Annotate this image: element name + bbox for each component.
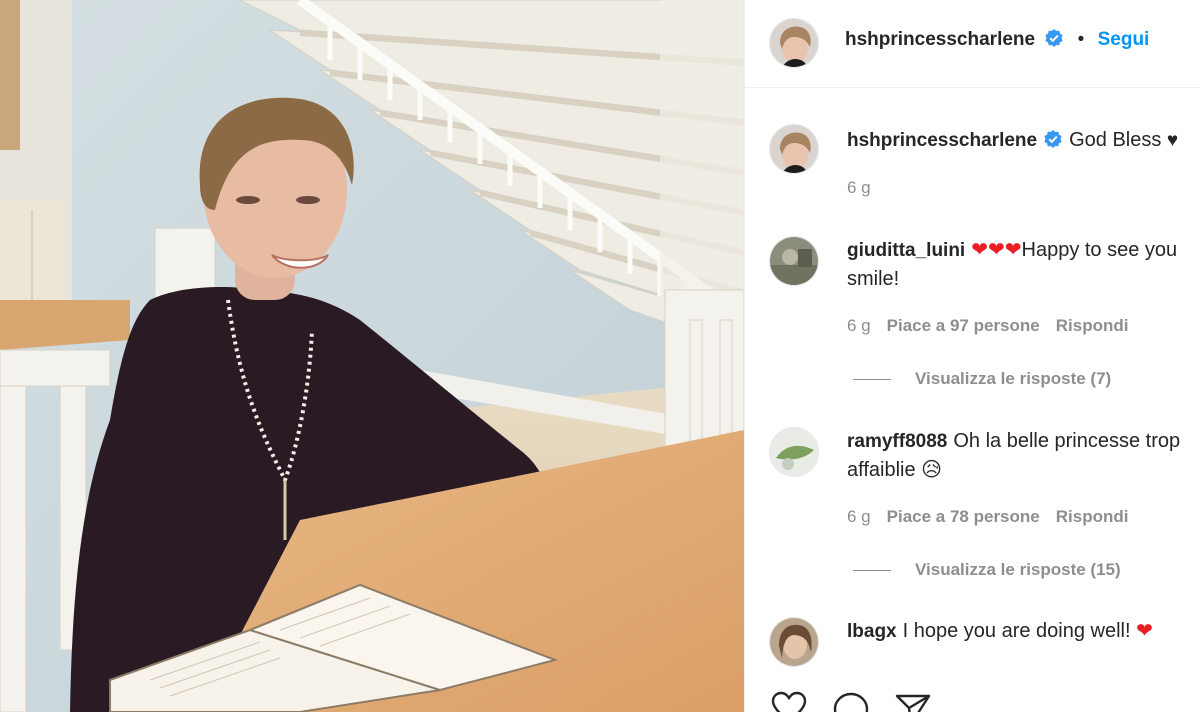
view-replies-button[interactable]: Visualizza le risposte (7) bbox=[853, 369, 1111, 389]
view-replies-label: Visualizza le risposte (15) bbox=[915, 560, 1121, 579]
paper-plane-icon[interactable] bbox=[893, 690, 933, 712]
commenter-avatar[interactable] bbox=[769, 617, 819, 667]
comment-time[interactable]: 6 g bbox=[847, 316, 871, 335]
caption-text: God Bless bbox=[1069, 129, 1162, 151]
replies-divider bbox=[853, 570, 891, 572]
post-header: hshprincesscharlene • Segui bbox=[745, 0, 1200, 88]
reply-button[interactable]: Rispondi bbox=[1056, 316, 1129, 335]
view-replies-button[interactable]: Visualizza le risposte (15) bbox=[853, 560, 1121, 580]
comment-bubble-icon[interactable] bbox=[831, 690, 871, 712]
author-avatar[interactable] bbox=[769, 18, 819, 68]
view-replies-label: Visualizza le risposte (7) bbox=[915, 369, 1112, 388]
author-username[interactable]: hshprincesscharlene bbox=[845, 29, 1035, 50]
red-hearts-emoji: ❤❤❤ bbox=[971, 239, 1022, 261]
follow-button[interactable]: Segui bbox=[1098, 29, 1150, 50]
header-separator: • bbox=[1077, 29, 1085, 50]
heart-outline-icon[interactable] bbox=[769, 690, 809, 712]
comment-time[interactable]: 6 g bbox=[847, 507, 871, 526]
replies-divider bbox=[853, 379, 891, 381]
comment-text: I hope you are doing well! bbox=[902, 620, 1131, 642]
black-heart-emoji: ♥ bbox=[1166, 130, 1179, 151]
caption-username[interactable]: hshprincesscharlene bbox=[847, 130, 1037, 151]
comment-likes[interactable]: Piace a 78 persone bbox=[887, 507, 1040, 526]
caption-time[interactable]: 6 g bbox=[847, 178, 871, 197]
caption-avatar[interactable] bbox=[769, 124, 819, 174]
post-sidebar: hshprincesscharlene • Segui hshprincessc… bbox=[744, 0, 1200, 712]
sad-face-emoji: 😥 bbox=[921, 459, 942, 481]
post-actions-bar bbox=[745, 690, 1200, 712]
post-image bbox=[0, 0, 744, 712]
commenter-avatar[interactable] bbox=[769, 427, 819, 477]
reply-button[interactable]: Rispondi bbox=[1056, 507, 1129, 526]
commenter-username[interactable]: giuditta_luini bbox=[847, 240, 965, 261]
commenter-avatar[interactable] bbox=[769, 236, 819, 286]
red-heart-emoji: ❤ bbox=[1136, 620, 1153, 642]
comment-likes[interactable]: Piace a 97 persone bbox=[887, 316, 1040, 335]
post-photo[interactable] bbox=[0, 0, 744, 712]
verified-badge-icon bbox=[1044, 130, 1062, 148]
commenter-username[interactable]: lbagx bbox=[847, 621, 897, 642]
verified-badge-icon bbox=[1045, 29, 1063, 47]
commenter-username[interactable]: ramyff8088 bbox=[847, 431, 947, 452]
